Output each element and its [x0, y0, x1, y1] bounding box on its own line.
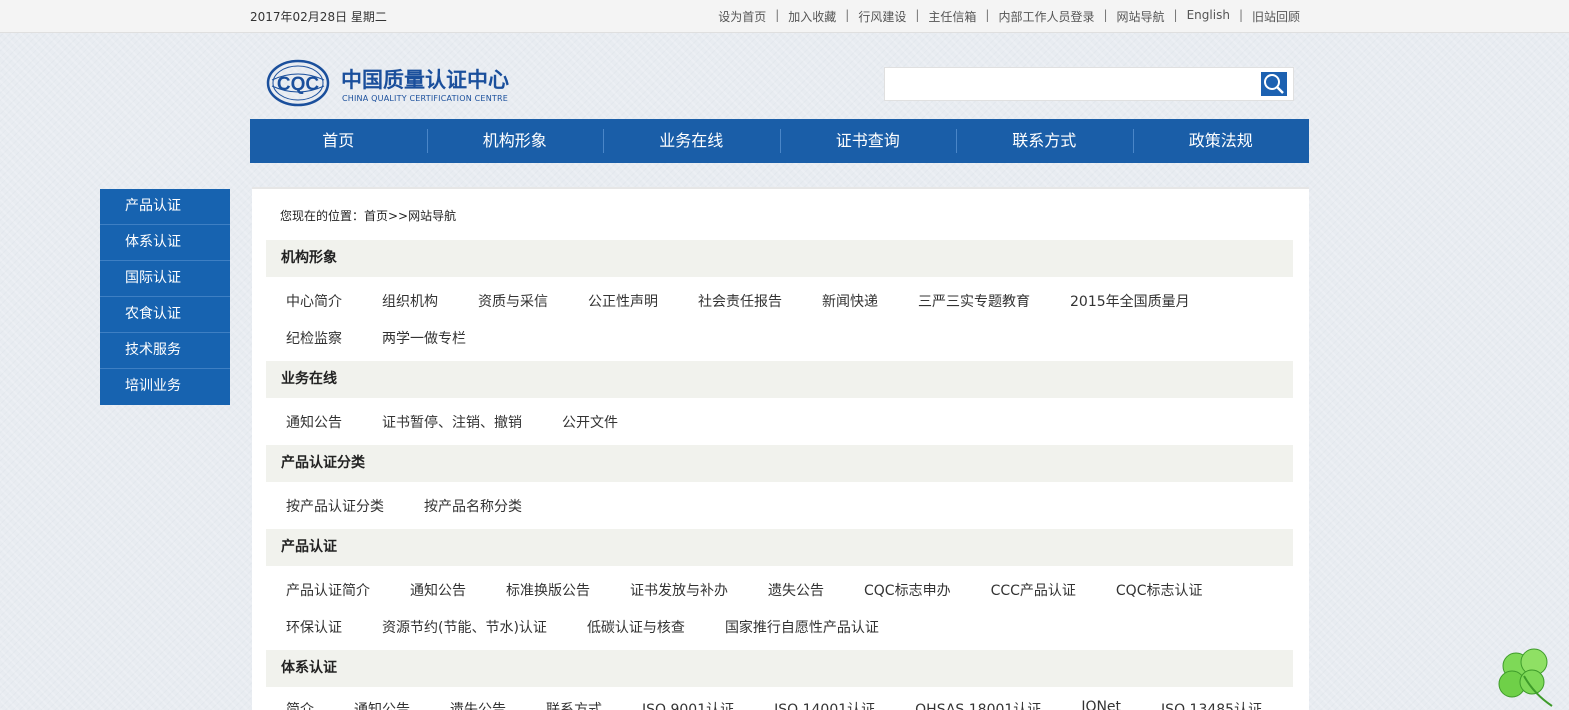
- list-item[interactable]: 低碳认证与核查: [587, 617, 685, 637]
- list-item[interactable]: 两学一做专栏: [382, 328, 466, 348]
- list-item[interactable]: 遗失公告: [768, 580, 824, 600]
- top-bar: 2017年02月28日 星期二 设为首页 | 加入收藏 | 行风建设 | 主任信…: [0, 0, 1569, 33]
- list-item[interactable]: 证书发放与补办: [630, 580, 728, 600]
- top-link-english[interactable]: English: [1187, 8, 1230, 25]
- top-link-bookmark[interactable]: 加入收藏: [788, 8, 836, 25]
- list-item[interactable]: ISO 13485认证: [1161, 699, 1262, 710]
- top-link-separator: |: [1103, 8, 1108, 22]
- top-link-director-mailbox[interactable]: 主任信箱: [928, 8, 976, 25]
- list-item[interactable]: 通知公告: [286, 412, 342, 432]
- section-links-row: 通知公告 证书暂停、注销、撤销 公开文件: [286, 412, 658, 432]
- sidebar-item-system-cert[interactable]: 体系认证: [100, 225, 230, 261]
- section-title: 产品认证分类: [266, 445, 1293, 482]
- section-links-row: 中心简介 组织机构 资质与采信 公正性声明 社会责任报告 新闻快递 三严三实专题…: [286, 291, 1230, 311]
- list-item[interactable]: 联系方式: [546, 699, 602, 710]
- search-icon: [1264, 74, 1284, 94]
- section-links-row: 按产品认证分类 按产品名称分类: [286, 496, 562, 516]
- list-item[interactable]: ISO 9001认证: [642, 699, 734, 710]
- list-item[interactable]: 标准换版公告: [506, 580, 590, 600]
- section-title: 机构形象: [266, 240, 1293, 277]
- search-box: [884, 67, 1294, 101]
- section-links-row: 简介 通知公告 遗失公告 联系方式 ISO 9001认证 ISO 14001认证…: [286, 699, 1302, 710]
- nav-institution[interactable]: 机构形象: [426, 119, 604, 163]
- list-item[interactable]: 纪检监察: [286, 328, 342, 348]
- top-link-staff-login[interactable]: 内部工作人员登录: [998, 8, 1094, 25]
- top-link-separator: |: [985, 8, 990, 22]
- current-date: 2017年02月28日 星期二: [250, 10, 387, 24]
- list-item[interactable]: 按产品名称分类: [424, 496, 522, 516]
- search-input[interactable]: [889, 71, 1259, 97]
- sidebar-item-food-cert[interactable]: 农食认证: [100, 297, 230, 333]
- main-nav: 首页 机构形象 业务在线 证书查询 联系方式 政策法规: [250, 119, 1309, 163]
- list-item[interactable]: 通知公告: [410, 580, 466, 600]
- logo-mark-text: CQC: [277, 74, 320, 95]
- section-links-row: 产品认证简介 通知公告 标准换版公告 证书发放与补办 遗失公告 CQC标志申办 …: [286, 580, 1242, 600]
- site-logo[interactable]: CQC 中国质量认证中心 CHINA QUALITY CERTIFICATION…: [266, 58, 526, 110]
- section-title: 体系认证: [266, 650, 1293, 687]
- top-link-set-home[interactable]: 设为首页: [718, 8, 766, 25]
- list-item[interactable]: CCC产品认证: [991, 580, 1076, 600]
- list-item[interactable]: ISO 14001认证: [774, 699, 875, 710]
- top-links: 设为首页 | 加入收藏 | 行风建设 | 主任信箱 | 内部工作人员登录 | 网…: [718, 8, 1300, 25]
- breadcrumb: 您现在的位置：首页>>网站导航: [280, 209, 457, 223]
- sidebar-item-product-cert[interactable]: 产品认证: [100, 189, 230, 225]
- sidebar: 产品认证 体系认证 国际认证 农食认证 技术服务 培训业务: [100, 189, 230, 405]
- list-item[interactable]: 遗失公告: [450, 699, 506, 710]
- list-item[interactable]: CQC标志申办: [864, 580, 951, 600]
- top-link-separator: |: [1238, 8, 1243, 22]
- nav-contact[interactable]: 联系方式: [956, 119, 1133, 163]
- list-item[interactable]: 三严三实专题教育: [918, 291, 1030, 311]
- top-link-separator: |: [845, 8, 850, 22]
- sidebar-item-training[interactable]: 培训业务: [100, 369, 230, 405]
- nav-home[interactable]: 首页: [250, 119, 427, 163]
- list-item[interactable]: 简介: [286, 699, 314, 710]
- list-item[interactable]: 公开文件: [562, 412, 618, 432]
- list-item[interactable]: 产品认证简介: [286, 580, 370, 600]
- content-panel: 您现在的位置：首页>>网站导航 机构形象 中心简介 组织机构 资质与采信 公正性…: [252, 187, 1309, 710]
- list-item[interactable]: 环保认证: [286, 617, 342, 637]
- list-item[interactable]: 通知公告: [354, 699, 410, 710]
- list-item[interactable]: 国家推行自愿性产品认证: [725, 617, 879, 637]
- nav-certificate-query[interactable]: 证书查询: [779, 119, 957, 163]
- list-item[interactable]: 社会责任报告: [698, 291, 782, 311]
- top-link-separator: |: [775, 8, 780, 22]
- search-button[interactable]: [1261, 72, 1287, 96]
- sidebar-item-tech-service[interactable]: 技术服务: [100, 333, 230, 369]
- top-link-old-site[interactable]: 旧站回顾: [1252, 8, 1300, 25]
- nav-business-online[interactable]: 业务在线: [603, 119, 780, 163]
- section-title: 产品认证: [266, 529, 1293, 566]
- list-item[interactable]: 新闻快递: [822, 291, 878, 311]
- list-item[interactable]: 公正性声明: [588, 291, 658, 311]
- list-item[interactable]: 2015年全国质量月: [1070, 291, 1190, 311]
- sidebar-item-intl-cert[interactable]: 国际认证: [100, 261, 230, 297]
- list-item[interactable]: CQC标志认证: [1116, 580, 1203, 600]
- cqc-logo-icon: CQC: [266, 59, 330, 107]
- top-link-separator: |: [915, 8, 920, 22]
- list-item[interactable]: 按产品认证分类: [286, 496, 384, 516]
- clover-decoration-icon: [1498, 648, 1553, 707]
- list-item[interactable]: 组织机构: [382, 291, 438, 311]
- list-item[interactable]: 资源节约(节能、节水)认证: [382, 617, 547, 637]
- list-item[interactable]: 中心简介: [286, 291, 342, 311]
- list-item[interactable]: IQNet: [1081, 699, 1121, 710]
- section-links-row: 纪检监察 两学一做专栏: [286, 328, 506, 348]
- section-title: 业务在线: [266, 361, 1293, 398]
- section-links-row: 环保认证 资源节约(节能、节水)认证 低碳认证与核查 国家推行自愿性产品认证: [286, 617, 919, 637]
- top-link-site-nav[interactable]: 网站导航: [1117, 8, 1165, 25]
- list-item[interactable]: 证书暂停、注销、撤销: [382, 412, 522, 432]
- nav-policy[interactable]: 政策法规: [1132, 119, 1310, 163]
- list-item[interactable]: 资质与采信: [478, 291, 548, 311]
- list-item[interactable]: OHSAS 18001认证: [915, 699, 1041, 710]
- top-link-separator: |: [1173, 8, 1178, 22]
- logo-name-cn: 中国质量认证中心: [341, 68, 509, 92]
- logo-name-en: CHINA QUALITY CERTIFICATION CENTRE: [342, 94, 508, 103]
- top-link-conduct[interactable]: 行风建设: [858, 8, 906, 25]
